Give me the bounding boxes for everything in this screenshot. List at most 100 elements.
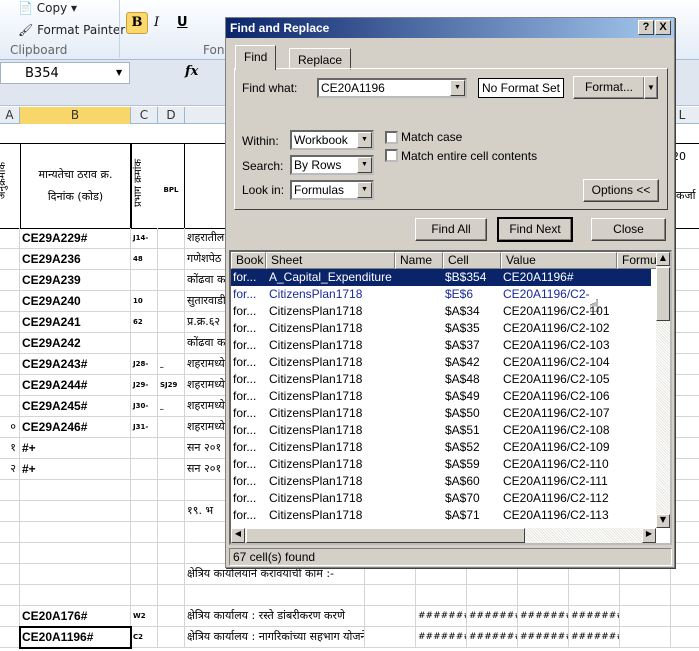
cell-e[interactable]: क्षेत्रिय कार्यालय : नागरिकांच्या सहभाग … [185, 627, 365, 648]
italic-button[interactable]: I [154, 15, 159, 30]
cell-a[interactable] [0, 270, 20, 291]
cell[interactable] [671, 375, 699, 396]
results-header-sheet[interactable]: Sheet [266, 252, 395, 269]
cell[interactable]: ####### [569, 606, 620, 627]
cell-c[interactable]: W2 [131, 606, 158, 627]
cell[interactable] [416, 585, 467, 606]
cell-c[interactable]: 62 [131, 312, 158, 333]
cell-d[interactable] [158, 312, 185, 333]
cell-a[interactable] [0, 228, 20, 249]
cell[interactable] [569, 585, 620, 606]
chevron-down-icon[interactable]: ▼ [450, 80, 465, 96]
scroll-right-button[interactable]: ▶ [642, 528, 656, 543]
cell[interactable] [671, 501, 699, 522]
cell-c[interactable]: J14- [131, 228, 158, 249]
cell[interactable]: ####### [518, 606, 569, 627]
cell[interactable] [620, 585, 671, 606]
cell-c[interactable]: 10 [131, 291, 158, 312]
cell[interactable]: ####### [467, 627, 518, 648]
result-row[interactable]: for... CitizensPlan1718 $A$35 CE20A1196/C2-… [231, 320, 651, 337]
cell-d[interactable] [158, 480, 185, 501]
cell-a[interactable] [0, 522, 20, 543]
cell-c[interactable] [131, 564, 158, 585]
cell[interactable] [671, 291, 699, 312]
chevron-down-icon[interactable]: ▼ [357, 182, 372, 198]
name-box[interactable]: B354 [0, 62, 130, 84]
cell[interactable] [671, 354, 699, 375]
cell[interactable] [365, 606, 416, 627]
result-row[interactable]: for... CitizensPlan1718 $A$49 CE20A1196/C2-… [231, 388, 651, 405]
column-header-a[interactable]: A [0, 107, 20, 124]
results-header-cell[interactable]: Cell [443, 252, 501, 269]
cell-b[interactable] [20, 522, 131, 543]
result-row[interactable]: for... CitizensPlan1718 $A$71 CE20A1196/C2-… [231, 507, 651, 524]
cell-a[interactable] [0, 312, 20, 333]
result-row[interactable]: for... CitizensPlan1718 $A$48 CE20A1196/C2-… [231, 371, 651, 388]
cell-d[interactable]: _ [158, 396, 185, 417]
cell[interactable] [671, 270, 699, 291]
cell-b[interactable]: CE29A239 [20, 270, 131, 291]
cell-b[interactable]: CE20A176# [20, 606, 131, 627]
cell-b[interactable]: CE29A240 [20, 291, 131, 312]
cell-a[interactable]: ० [0, 417, 20, 438]
cell[interactable] [365, 627, 416, 648]
cell-d[interactable] [158, 564, 185, 585]
cell-a[interactable] [0, 375, 20, 396]
cell[interactable] [671, 522, 699, 543]
find-next-button[interactable]: Find Next [497, 217, 573, 242]
cell-b[interactable]: CE29A236 [20, 249, 131, 270]
cell-a[interactable] [0, 627, 20, 648]
result-row[interactable]: for... CitizensPlan1718 $A$37 CE20A1196/C2-… [231, 337, 651, 354]
cell[interactable]: ####### [416, 627, 467, 648]
cell-a[interactable] [0, 396, 20, 417]
cell-c[interactable] [131, 459, 158, 480]
cell-d[interactable]: _ [158, 354, 185, 375]
result-row[interactable]: for... CitizensPlan1718 $A$52 CE20A1196/C2-… [231, 439, 651, 456]
cell-d[interactable] [158, 291, 185, 312]
cell[interactable] [671, 459, 699, 480]
cell[interactable] [365, 585, 416, 606]
cell-d[interactable] [158, 438, 185, 459]
cell-d[interactable] [158, 333, 185, 354]
cell-c[interactable] [131, 543, 158, 564]
options-button[interactable]: Options << [583, 179, 659, 202]
cell[interactable] [620, 627, 671, 648]
cell-d[interactable] [158, 459, 185, 480]
scroll-left-button[interactable]: ◀ [231, 528, 245, 543]
format-button[interactable]: Format... [573, 76, 645, 99]
result-row[interactable]: for... CitizensPlan1718 $A$34 CE20A1196/C2-… [231, 303, 651, 320]
cell-c[interactable]: C2 [131, 627, 158, 648]
function-icon[interactable]: fx [185, 64, 198, 79]
result-row[interactable]: for... CitizensPlan1718 $A$42 CE20A1196/C2-… [231, 354, 651, 371]
match-entire-checkbox[interactable] [385, 149, 398, 162]
cell[interactable] [671, 627, 699, 648]
format-painter-button[interactable]: 🖌 Format Painter [18, 23, 125, 37]
cell-b[interactable]: CE29A229# [20, 228, 131, 249]
cell-a[interactable] [0, 585, 20, 606]
cell-b[interactable] [20, 585, 131, 606]
cell-c[interactable] [131, 270, 158, 291]
cell-c[interactable] [131, 522, 158, 543]
cell-b[interactable]: CE29A243# [20, 354, 131, 375]
find-what-input[interactable]: CE20A1196 ▼ [317, 78, 467, 98]
cell-a[interactable] [0, 480, 20, 501]
cell-c[interactable]: J31- [131, 417, 158, 438]
cell-a[interactable] [0, 291, 20, 312]
look-in-select[interactable]: Formulas ▼ [290, 180, 374, 200]
tab-find[interactable]: Find [235, 45, 277, 70]
cell-c[interactable] [131, 480, 158, 501]
cell-d[interactable] [158, 627, 185, 648]
match-case-checkbox[interactable] [385, 131, 398, 144]
cell[interactable]: ####### [518, 627, 569, 648]
result-row[interactable]: for... CitizensPlan1718 $A$59 CE20A1196/C2-… [231, 456, 651, 473]
bold-button[interactable]: B [126, 12, 148, 34]
cell-e[interactable] [185, 585, 365, 606]
cell-d[interactable] [158, 270, 185, 291]
horizontal-scrollbar[interactable]: ◀ ▶ [231, 528, 656, 543]
cell[interactable] [518, 585, 569, 606]
cell-b[interactable] [20, 501, 131, 522]
cell-d[interactable] [158, 585, 185, 606]
cell[interactable] [671, 480, 699, 501]
cell[interactable] [671, 543, 699, 564]
result-row[interactable]: for... CitizensPlan1718 $A$70 CE20A1196/C2-… [231, 490, 651, 507]
